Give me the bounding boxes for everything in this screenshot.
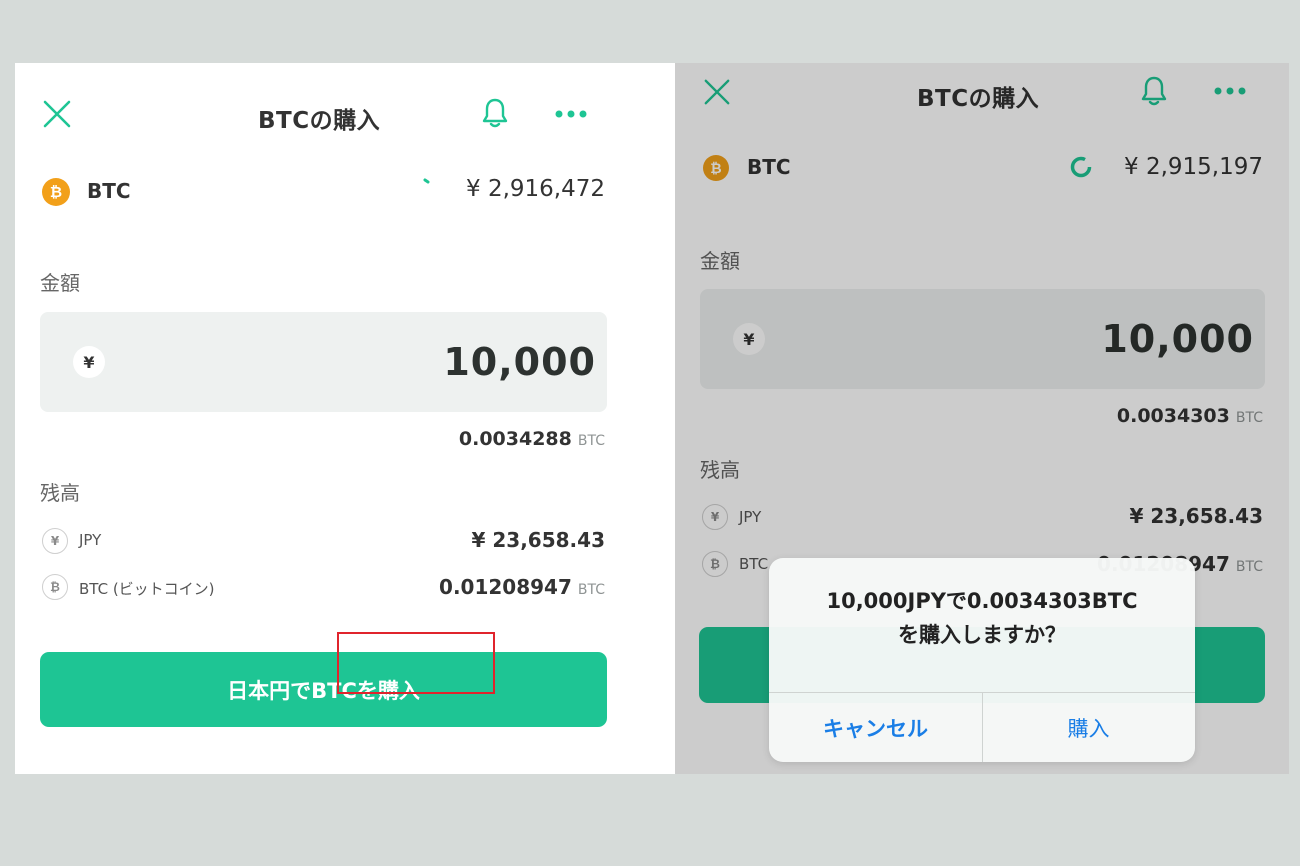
balance-jpy-value: ¥ 23,658.43 [471, 528, 606, 552]
more-icon[interactable] [554, 108, 590, 120]
purchase-screen-right: BTCの購入 ₿ BTC ¥ 2,915,197 金額 ¥ 10,000 0.0… [675, 63, 1289, 774]
balance-btc-value: 0.01208947 [439, 575, 572, 599]
balance-btc-unit: BTC [577, 582, 605, 598]
amount-input[interactable]: ¥ 10,000 [40, 312, 607, 412]
dialog-message-line1: 10,000JPYで0.0034303BTC [826, 589, 1138, 613]
page-title: BTCの購入 [258, 108, 381, 134]
bell-icon[interactable] [481, 97, 509, 129]
close-icon[interactable] [42, 99, 72, 129]
dialog-message: 10,000JPYで0.0034303BTC を購入しますか？ [769, 584, 1195, 652]
converted-amount: 0.0034288 BTC [459, 428, 605, 450]
yen-icon: ¥ [73, 346, 105, 378]
loading-spinner-icon [423, 178, 430, 184]
balance-jpy-name: JPY [79, 531, 102, 549]
asset-price: ¥ 2,916,472 [466, 176, 605, 202]
balance-btc-name: BTC (ビットコイン) [79, 580, 215, 598]
confirm-button-highlight [337, 632, 495, 694]
buy-button[interactable]: 日本円でBTCを購入 [40, 652, 607, 727]
balance-label: 残高 [40, 481, 80, 505]
cancel-button[interactable]: キャンセル [769, 693, 982, 762]
amount-value: 10,000 [443, 340, 596, 384]
confirm-dialog: 10,000JPYで0.0034303BTC を購入しますか？ キャンセル 購入 [769, 558, 1195, 762]
asset-name: BTC [87, 179, 131, 203]
btc-mini-icon: ₿ [42, 574, 68, 600]
amount-label: 金額 [40, 271, 80, 295]
yen-coin-icon: ¥ [42, 528, 68, 554]
converted-value: 0.0034288 [458, 428, 572, 450]
balance-btc-amount: 0.01208947 BTC [439, 575, 605, 599]
converted-unit: BTC [577, 433, 605, 449]
btc-coin-icon: ₿ [42, 178, 70, 206]
confirm-buy-button[interactable]: 購入 [982, 693, 1195, 762]
dialog-message-line2: を購入しますか？ [898, 623, 1066, 647]
